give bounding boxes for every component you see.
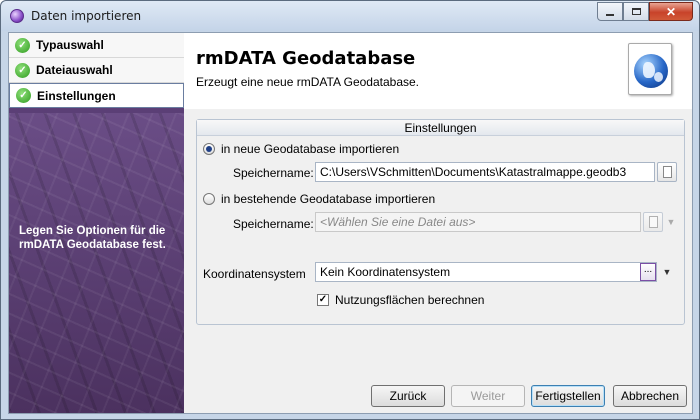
coord-system-label: Koordinatensystem (203, 267, 306, 281)
step-typauswahl[interactable]: ✓ Typauswahl (9, 33, 184, 58)
chevron-down-icon[interactable]: ▼ (660, 262, 674, 282)
globe-icon (628, 43, 672, 95)
new-db-radio-row[interactable]: in neue Geodatabase importieren (203, 142, 399, 156)
app-icon (10, 9, 24, 23)
usage-areas-checkbox[interactable]: ✓ (317, 294, 329, 306)
step-dateiauswahl[interactable]: ✓ Dateiauswahl (9, 58, 184, 83)
page-title: rmDATA Geodatabase (196, 48, 416, 69)
browse-existing-file-button[interactable] (643, 212, 663, 232)
check-icon: ✓ (15, 37, 30, 53)
check-icon: ✓ (15, 62, 30, 78)
existing-db-radio-label: in bestehende Geodatabase importieren (221, 192, 436, 206)
wizard-content: rmDATA Geodatabase Erzeugt eine neue rmD… (184, 33, 692, 413)
new-db-save-label: Speichername: (233, 166, 314, 180)
existing-db-save-field[interactable]: <Wählen Sie eine Datei aus> (315, 212, 641, 232)
step-einstellungen[interactable]: ✓ Einstellungen (9, 83, 184, 108)
step-label: Typauswahl (36, 38, 104, 52)
minimize-icon (606, 13, 614, 16)
wizard-sidebar: ✓ Typauswahl ✓ Dateiauswahl ✓ Einstellun… (9, 33, 184, 413)
close-icon: ✕ (665, 4, 677, 19)
content-header: rmDATA Geodatabase Erzeugt eine neue rmD… (184, 33, 692, 109)
step-label: Dateiauswahl (36, 63, 113, 77)
sidebar-hint: Legen Sie Optionen für die rmDATA Geodat… (19, 225, 166, 251)
globe-land (654, 72, 663, 82)
finish-button[interactable]: Fertigstellen (531, 385, 605, 407)
next-button[interactable]: Weiter (451, 385, 525, 407)
minimize-button[interactable] (597, 2, 623, 21)
maximize-icon (631, 8, 641, 15)
new-db-save-field[interactable]: C:\Users\VSchmitten\Documents\Katastralm… (315, 162, 655, 182)
new-db-radio-label: in neue Geodatabase importieren (221, 142, 400, 156)
existing-db-save-label: Speichername: (233, 217, 314, 231)
coord-system-browse-button[interactable]: ... (640, 263, 656, 281)
back-button[interactable]: Zurück (371, 385, 445, 407)
maximize-button[interactable] (623, 2, 649, 21)
chevron-down-icon[interactable]: ▼ (664, 212, 678, 232)
usage-areas-label: Nutzungsflächen berechnen (335, 293, 485, 307)
coord-system-select[interactable]: Kein Koordinatensystem (315, 262, 657, 282)
globe-ball (634, 54, 668, 88)
file-icon (649, 216, 658, 228)
existing-db-radio-row[interactable]: in bestehende Geodatabase importieren (203, 192, 435, 206)
title-bar[interactable]: Daten importieren ✕ (1, 1, 699, 31)
settings-group: Einstellungen in neue Geodatabase import… (196, 119, 685, 325)
close-button[interactable]: ✕ (649, 2, 693, 21)
file-icon (663, 166, 672, 178)
check-icon: ✓ (16, 88, 31, 103)
wizard-steps: ✓ Typauswahl ✓ Dateiauswahl ✓ Einstellun… (9, 33, 184, 108)
sidebar-map-background (9, 113, 184, 413)
existing-db-radio[interactable] (203, 193, 215, 205)
step-label: Einstellungen (37, 88, 116, 103)
window-title: Daten importieren (31, 9, 142, 23)
page-subtitle: Erzeugt eine neue rmDATA Geodatabase. (196, 75, 420, 89)
window-controls: ✕ (597, 2, 693, 21)
radio-dot-icon (206, 146, 212, 152)
browse-file-button[interactable] (657, 162, 677, 182)
usage-areas-checkbox-row[interactable]: ✓ Nutzungsflächen berechnen (317, 293, 484, 307)
cancel-button[interactable]: Abbrechen (613, 385, 687, 407)
settings-group-caption: Einstellungen (197, 120, 684, 136)
dialog-window: Daten importieren ✕ ✓ Typauswahl ✓ Datei… (0, 0, 700, 420)
dialog-client: ✓ Typauswahl ✓ Dateiauswahl ✓ Einstellun… (8, 32, 693, 414)
new-db-radio[interactable] (203, 143, 215, 155)
